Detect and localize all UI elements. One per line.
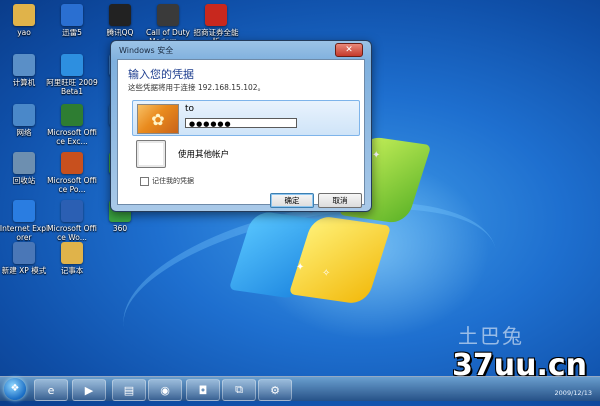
remember-label: 记住我的凭据 — [152, 177, 194, 185]
credential-tile-selected[interactable]: ✿ to ●●●●●● — [132, 100, 360, 136]
taskbar-button[interactable]: ◉ — [148, 379, 182, 401]
desktop-icon[interactable]: Microsoft Office Po... — [46, 152, 98, 194]
internet-explorer-icon: e — [47, 383, 55, 397]
dialog-heading: 输入您的凭据 — [128, 68, 194, 81]
taskbar: ❖ e ▶ ▤ ◉ ◘ ⧉ ⚙ 2009/12/13 — [0, 376, 600, 401]
desktop-icon-label: Microsoft Office Po... — [47, 176, 97, 194]
desktop-icon-label: 阿里旺旺 2009 Beta1 — [46, 78, 98, 96]
taskbar-button[interactable]: ▤ — [112, 379, 146, 401]
taskbar-button[interactable]: ◘ — [186, 379, 220, 401]
desktop-icon-label: 计算机 — [12, 78, 36, 87]
cancel-button[interactable]: 取消 — [318, 193, 362, 208]
dialog-subtitle: 这些凭据将用于连接 192.168.15.102。 — [128, 83, 266, 92]
virtual-pc-icon — [13, 242, 35, 264]
desktop-icon-label: 新建 XP 模式 — [1, 266, 47, 275]
taskbar-date: 2009/12/13 — [554, 389, 592, 397]
network-app-icon: ⧉ — [235, 383, 243, 396]
taskbar-button[interactable]: ▶ — [72, 379, 106, 401]
desktop-icon[interactable]: 迅雷5 — [46, 4, 98, 37]
qq-penguin-icon — [109, 4, 131, 26]
folder-icon — [61, 242, 83, 264]
sparkle-icon: ✦ — [372, 150, 381, 161]
windows-security-dialog: Windows 安全 ✕ 输入您的凭据 这些凭据将用于连接 192.168.15… — [110, 40, 372, 212]
ok-button[interactable]: 确定 — [270, 193, 314, 208]
desktop-icon[interactable]: Microsoft Office Wo... — [46, 200, 98, 242]
desktop-icon-label: 记事本 — [60, 266, 84, 275]
excel-icon — [61, 104, 83, 126]
desktop-icon[interactable]: 阿里旺旺 2009 Beta1 — [46, 54, 98, 96]
desktop-icon-label: Microsoft Office Exc... — [47, 128, 97, 146]
desktop-icon[interactable]: 记事本 — [46, 242, 98, 275]
flower-avatar-icon: ✿ — [151, 109, 165, 129]
thunder-icon — [61, 4, 83, 26]
remember-checkbox[interactable] — [140, 176, 149, 186]
dialog-body: 输入您的凭据 这些凭据将用于连接 192.168.15.102。 ✿ to ●●… — [117, 59, 365, 208]
user-avatar: ✿ — [137, 104, 179, 134]
use-other-account-tile[interactable]: 使用其他帐户 — [132, 140, 358, 170]
stock-app-icon — [205, 4, 227, 26]
desktop-icon[interactable]: Internet Explorer — [0, 200, 50, 242]
password-input[interactable]: ●●●●●● — [185, 118, 297, 128]
taskbar-button[interactable]: ⚙ — [258, 379, 292, 401]
desktop-icon[interactable]: yao — [0, 4, 50, 37]
desktop-icon[interactable]: 腾讯QQ — [94, 4, 146, 37]
desktop-icon[interactable]: 新建 XP 模式 — [0, 242, 50, 275]
computer-icon — [13, 54, 35, 76]
desktop-icon-label: 网络 — [16, 128, 32, 137]
recycle-bin-icon — [13, 152, 35, 174]
taskbar-button[interactable]: e — [34, 379, 68, 401]
desktop-icon[interactable]: 回收站 — [0, 152, 50, 185]
aliwangwang-icon — [61, 54, 83, 76]
close-icon: ✕ — [345, 45, 353, 55]
media-player-icon: ▶ — [84, 383, 94, 397]
internet-explorer-icon — [13, 200, 35, 222]
watermark-logo: 土巴兔 — [458, 324, 524, 348]
wmp-icon: ◉ — [160, 383, 170, 397]
desktop-icon[interactable]: Microsoft Office Exc... — [46, 104, 98, 146]
folder-user-icon — [13, 4, 35, 26]
desktop-icon[interactable]: 网络 — [0, 104, 50, 137]
desktop-icon-label: 腾讯QQ — [106, 28, 134, 37]
windows-start-icon[interactable]: ❖ — [4, 378, 26, 400]
remember-credentials: 记住我的凭据 — [140, 176, 194, 186]
network-icon — [13, 104, 35, 126]
desktop-icon-label: 360 — [112, 224, 128, 233]
close-button[interactable]: ✕ — [335, 43, 363, 57]
desktop-icon-label: 迅雷5 — [62, 28, 82, 37]
credential-username: to — [185, 104, 195, 114]
desktop-icon-label: 回收站 — [12, 176, 36, 185]
blank-avatar-icon — [136, 140, 166, 168]
other-account-label: 使用其他帐户 — [178, 150, 230, 160]
dialog-title: Windows 安全 — [119, 46, 174, 55]
desktop-icon[interactable]: 计算机 — [0, 54, 50, 87]
sparkle-icon: ✧ — [322, 268, 331, 279]
taskbar-button[interactable]: ⧉ — [222, 379, 256, 401]
settings-app-icon: ⚙ — [270, 383, 280, 397]
word-icon — [61, 200, 83, 222]
desktop-icon-label: Microsoft Office Wo... — [47, 224, 97, 242]
desktop-icon-label: yao — [17, 28, 31, 37]
explorer-folder-icon: ▤ — [123, 383, 135, 397]
game-icon — [157, 4, 179, 26]
sparkle-icon: ✦ — [296, 262, 305, 273]
desktop-icon-label: Internet Explorer — [0, 224, 49, 242]
powerpoint-icon — [61, 152, 83, 174]
camera-icon: ◘ — [198, 383, 208, 397]
